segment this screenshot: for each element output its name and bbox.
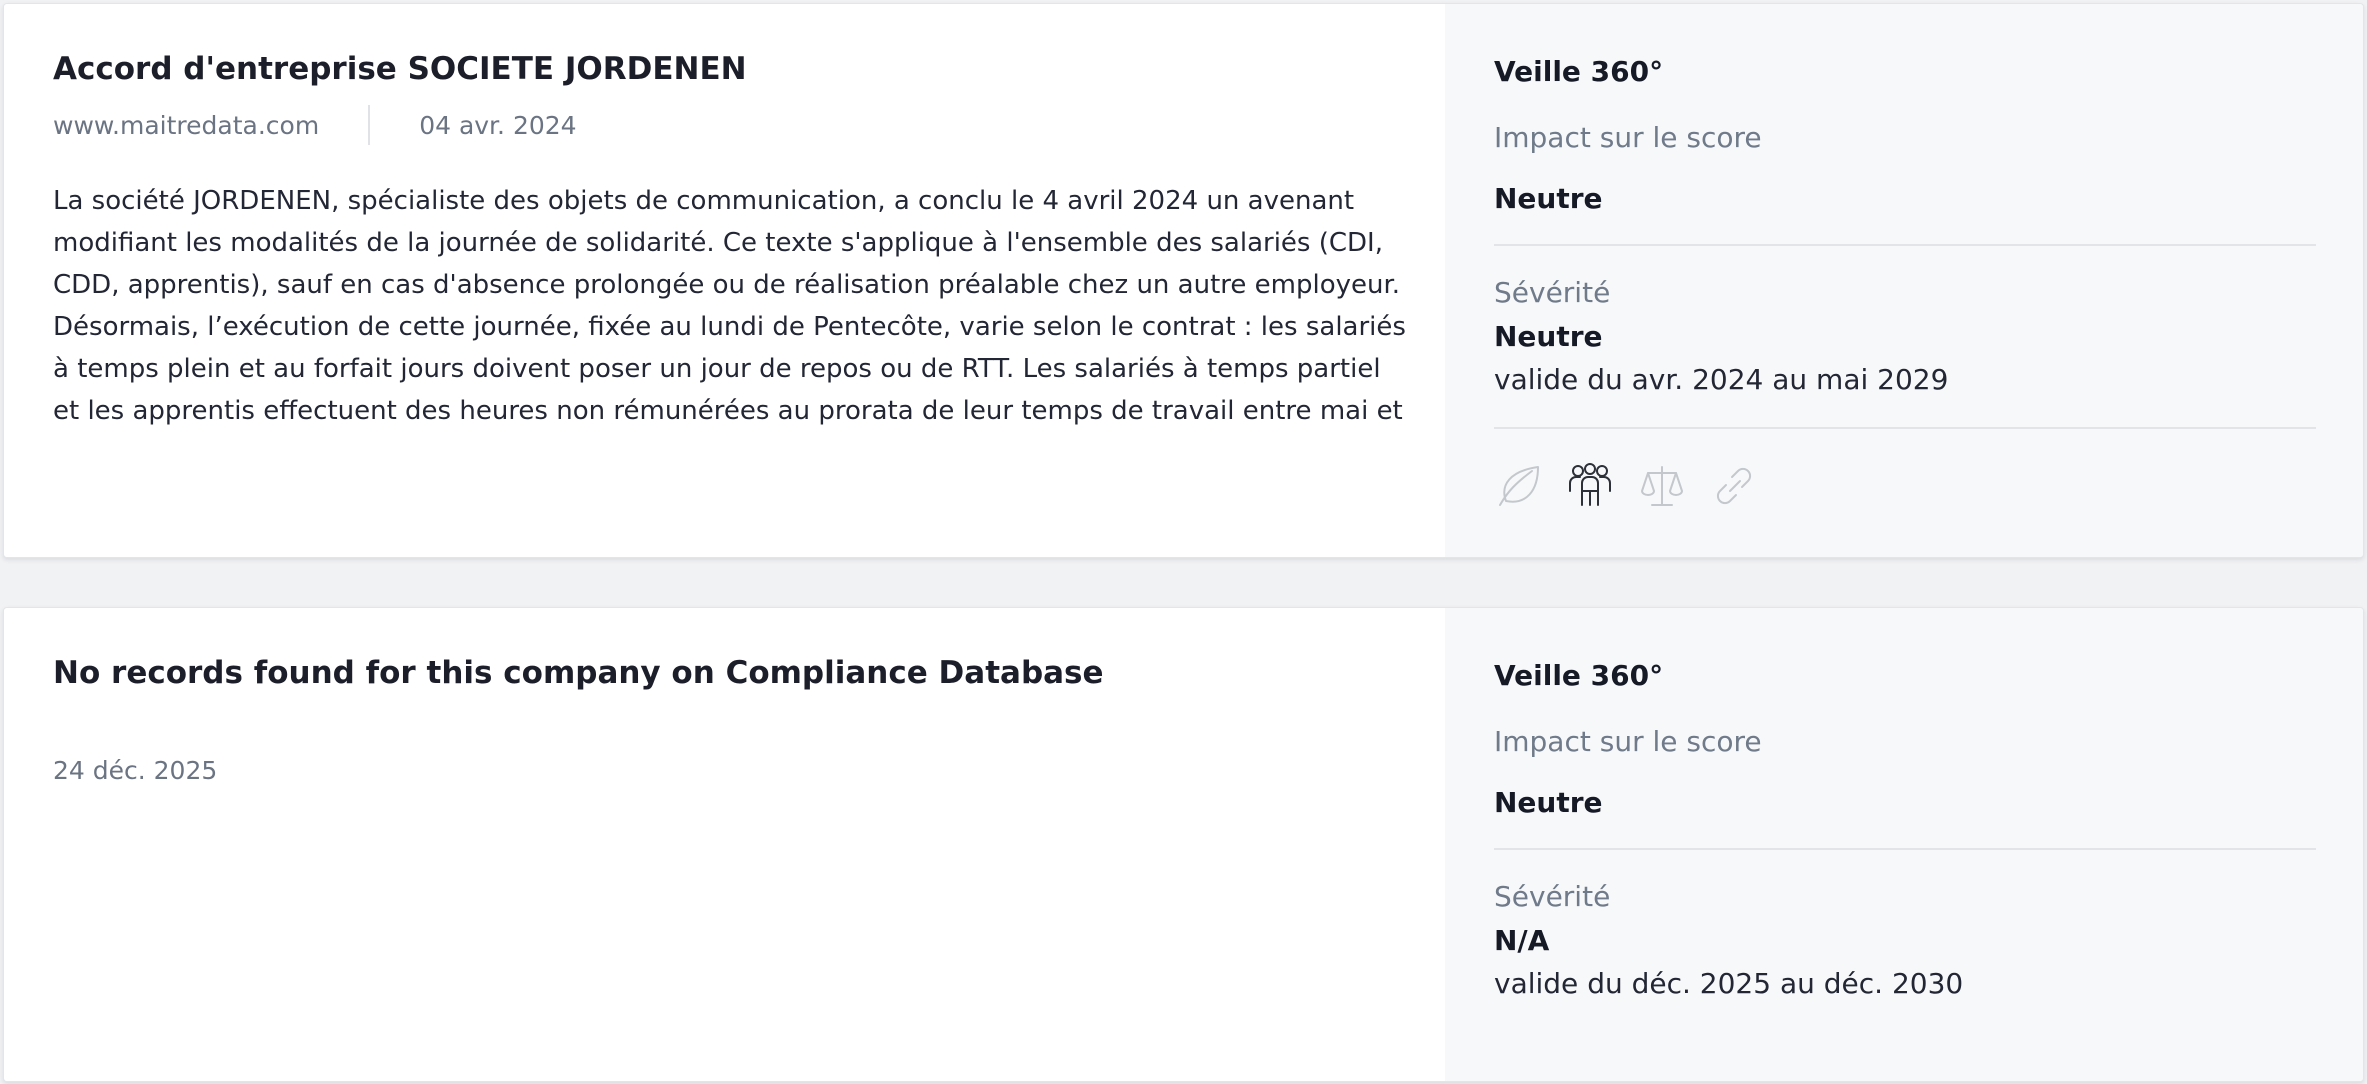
score-panel: Veille 360° Impact sur le score Neutre S… [1445,4,2363,557]
news-title[interactable]: Accord d'entreprise SOCIETE JORDENEN [53,51,747,87]
news-title[interactable]: No records found for this company on Com… [53,655,1104,691]
validity-period: valide du avr. 2024 au mai 2029 [1494,363,1949,396]
news-date: 04 avr. 2024 [419,110,577,140]
divider [1494,848,2316,850]
meta-divider [368,105,371,145]
severity-label: Sévérité [1494,276,1611,309]
impact-value: Neutre [1494,182,1603,215]
people-icon[interactable] [1566,461,1614,511]
news-source-link[interactable]: www.maitredata.com [53,111,319,140]
news-card-main: No records found for this company on Com… [4,608,1445,1081]
divider [1494,244,2316,246]
severity-value: N/A [1494,924,1550,957]
esg-icons [1494,461,1758,511]
impact-value: Neutre [1494,786,1603,819]
leaf-icon[interactable] [1494,461,1542,511]
scale-icon[interactable] [1638,461,1686,511]
news-card[interactable]: No records found for this company on Com… [3,607,2364,1082]
score-panel: Veille 360° Impact sur le score Neutre S… [1445,608,2363,1081]
news-description: La société JORDENEN, spécialiste des obj… [53,186,1406,426]
divider [1494,427,2316,429]
news-card-main: Accord d'entreprise SOCIETE JORDENEN www… [4,4,1445,557]
validity-period: valide du déc. 2025 au déc. 2030 [1494,967,1964,1000]
impact-label: Impact sur le score [1494,121,1762,154]
severity-value: Neutre [1494,320,1603,353]
severity-label: Sévérité [1494,880,1611,913]
news-date: 24 déc. 2025 [53,756,218,785]
impact-label: Impact sur le score [1494,725,1762,758]
link-icon[interactable] [1710,461,1758,511]
news-card[interactable]: Accord d'entreprise SOCIETE JORDENEN www… [3,3,2364,558]
veille-heading: Veille 360° [1494,55,1664,88]
news-meta: www.maitredata.com 04 avr. 2024 [53,105,577,145]
veille-heading: Veille 360° [1494,659,1664,692]
